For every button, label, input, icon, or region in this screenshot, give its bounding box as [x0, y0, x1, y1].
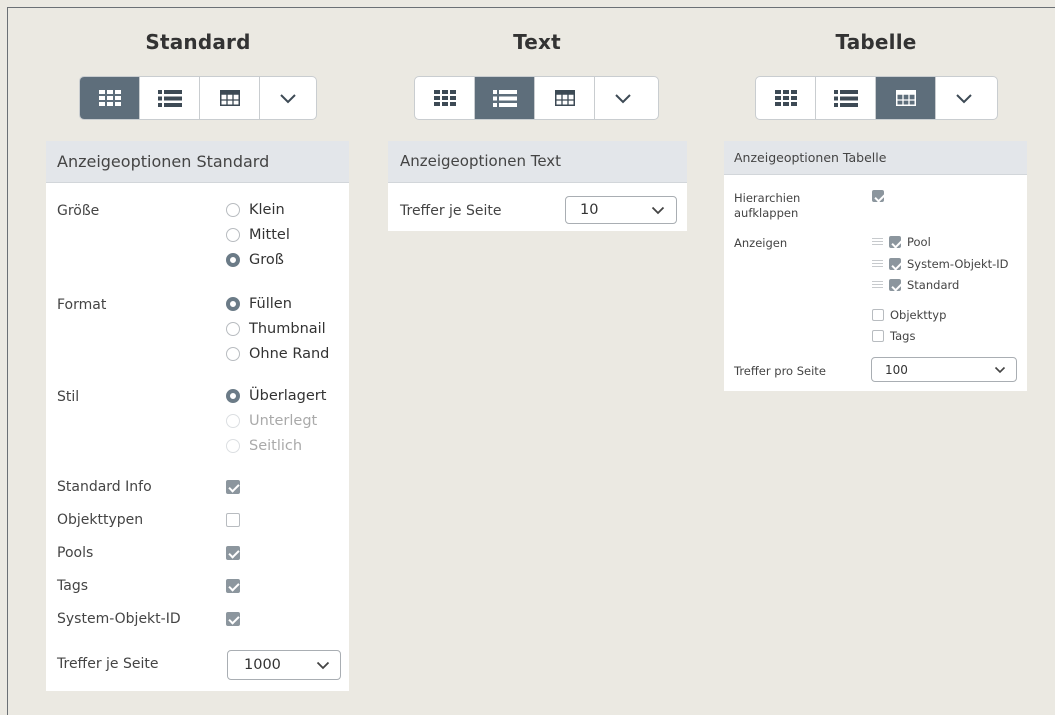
- table-title: Tabelle: [835, 30, 917, 54]
- column-pool-checkbox[interactable]: [889, 236, 901, 248]
- chevron-down-icon: [614, 93, 631, 103]
- hits-per-page-label: Treffer pro Seite: [734, 364, 826, 378]
- chevron-down-icon: [651, 206, 665, 214]
- format-option-no-border[interactable]: Ohne Rand: [226, 346, 329, 362]
- view-dropdown-button[interactable]: [260, 77, 315, 119]
- list-icon: [833, 89, 858, 107]
- radio-button-disabled: [226, 414, 240, 428]
- table-view-switcher: [755, 76, 998, 120]
- grid-view-button[interactable]: [756, 77, 816, 119]
- radio-button[interactable]: [226, 228, 240, 242]
- size-option-large[interactable]: Groß: [226, 252, 284, 268]
- column-pool-label: Pool: [907, 235, 931, 249]
- radio-button[interactable]: [226, 347, 240, 361]
- chevron-down-icon: [994, 366, 1006, 373]
- text-view-switcher: [414, 76, 659, 120]
- hits-per-page-select[interactable]: 1000: [227, 650, 341, 680]
- style-option-underlaid: Unterlegt: [226, 413, 317, 429]
- style-option-overlaid[interactable]: Überlagert: [226, 388, 326, 404]
- table-view-button[interactable]: [876, 77, 936, 119]
- expand-hierarchy-checkbox[interactable]: [872, 190, 884, 202]
- chevron-down-icon: [279, 93, 296, 103]
- table-icon: [554, 90, 575, 106]
- hits-per-page-label: Treffer je Seite: [57, 656, 159, 672]
- chevron-down-icon: [316, 661, 330, 669]
- system-object-id-label: System-Objekt-ID: [57, 611, 181, 627]
- table-view-button[interactable]: [200, 77, 260, 119]
- grid-view-button[interactable]: [415, 77, 475, 119]
- list-view-button[interactable]: [816, 77, 876, 119]
- standard-info-checkbox[interactable]: [226, 480, 240, 494]
- standard-panel-header: Anzeigeoptionen Standard: [46, 141, 349, 183]
- radio-button-selected[interactable]: [226, 297, 240, 311]
- list-view-button[interactable]: [140, 77, 200, 119]
- column-system-object-id-checkbox[interactable]: [889, 258, 901, 270]
- format-option-thumbnail[interactable]: Thumbnail: [226, 321, 326, 337]
- size-option-small[interactable]: Klein: [226, 202, 285, 218]
- object-types-checkbox[interactable]: [226, 513, 240, 527]
- radio-button[interactable]: [226, 322, 240, 336]
- tags-label: Tags: [57, 578, 88, 594]
- grid-icon: [98, 90, 121, 106]
- system-object-id-checkbox[interactable]: [226, 612, 240, 626]
- radio-button-disabled: [226, 439, 240, 453]
- hits-per-page-select[interactable]: 100: [871, 357, 1017, 382]
- table-view-button[interactable]: [535, 77, 595, 119]
- show-columns-label: Anzeigen: [734, 236, 788, 250]
- hits-per-page-select[interactable]: 10: [565, 196, 677, 224]
- column-standard-label: Standard: [907, 278, 960, 292]
- drag-handle-icon[interactable]: [872, 260, 883, 269]
- column-system-object-id-label: System-Objekt-ID: [907, 257, 1009, 271]
- table-icon: [895, 90, 916, 106]
- list-view-button[interactable]: [475, 77, 535, 119]
- table-panel-header: Anzeigeoptionen Tabelle: [724, 141, 1027, 175]
- chevron-down-icon: [955, 93, 972, 103]
- table-options-panel: Anzeigeoptionen Tabelle Hierarchien aufk…: [724, 141, 1027, 391]
- column-object-type-label: Objekttyp: [890, 308, 947, 322]
- standard-info-label: Standard Info: [57, 479, 152, 495]
- format-option-fill[interactable]: Füllen: [226, 296, 292, 312]
- grid-icon: [433, 90, 456, 106]
- pools-label: Pools: [57, 545, 94, 561]
- style-label: Stil: [57, 389, 80, 405]
- text-panel-header: Anzeigeoptionen Text: [388, 141, 687, 183]
- expand-hierarchy-label: Hierarchien aufklappen: [734, 191, 801, 220]
- drag-handle-icon[interactable]: [872, 281, 883, 290]
- style-option-side: Seitlich: [226, 438, 302, 454]
- hits-per-page-label: Treffer je Seite: [400, 203, 502, 219]
- table-icon: [219, 90, 240, 106]
- radio-button-selected[interactable]: [226, 253, 240, 267]
- format-label: Format: [57, 297, 107, 313]
- column-tags-label: Tags: [890, 329, 916, 343]
- standard-title: Standard: [145, 30, 251, 54]
- column-standard-checkbox[interactable]: [889, 279, 901, 291]
- column-tags-checkbox[interactable]: [872, 330, 884, 342]
- pools-checkbox[interactable]: [226, 546, 240, 560]
- text-title: Text: [513, 30, 561, 54]
- drag-handle-icon[interactable]: [872, 238, 883, 247]
- tags-checkbox[interactable]: [226, 579, 240, 593]
- standard-view-switcher: [79, 76, 317, 120]
- list-icon: [492, 89, 517, 107]
- object-types-label: Objekttypen: [57, 512, 144, 528]
- grid-view-button[interactable]: [80, 77, 140, 119]
- view-dropdown-button[interactable]: [936, 77, 991, 119]
- view-dropdown-button[interactable]: [595, 77, 650, 119]
- size-option-medium[interactable]: Mittel: [226, 227, 290, 243]
- column-object-type-checkbox[interactable]: [872, 309, 884, 321]
- text-options-panel: Anzeigeoptionen Text Treffer je Seite 10: [388, 141, 687, 231]
- radio-button[interactable]: [226, 203, 240, 217]
- size-label: Größe: [57, 203, 100, 219]
- standard-options-panel: Anzeigeoptionen Standard Größe Klein Mit…: [46, 141, 349, 691]
- radio-button-selected[interactable]: [226, 389, 240, 403]
- grid-icon: [774, 90, 797, 106]
- list-icon: [157, 89, 182, 107]
